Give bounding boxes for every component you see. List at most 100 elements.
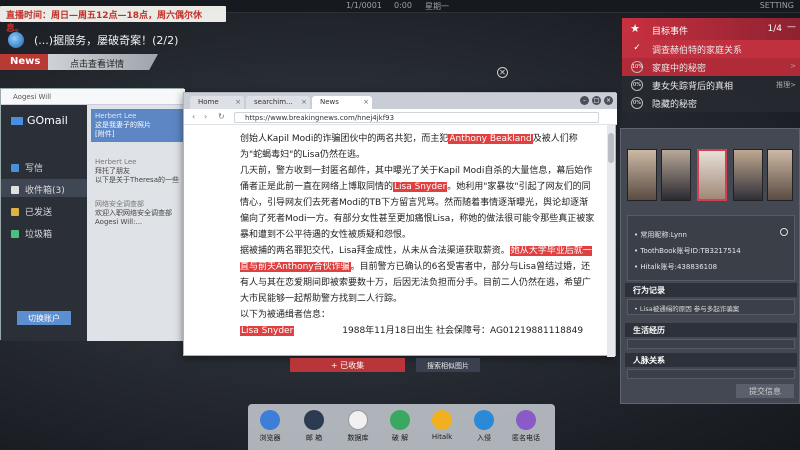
tab-close-icon[interactable]: × [235,98,241,106]
tab-close-icon[interactable]: × [363,98,369,106]
profile-panel: • 常用昵称:Lynn • ToothBook账号ID:TB3217514 • … [620,128,800,404]
app-dock: 浏览器 邮 箱 数据库 破 解 Hitalk 入侵 匿名电话 [248,404,555,450]
dock-label: 匿名电话 [512,434,540,442]
tab-close-icon[interactable]: × [301,98,307,106]
mail-app-title: GOmail [11,114,68,127]
mail-user-name: Aogesi Will [13,93,52,101]
mail-preview: Aogesi Will:... [95,218,143,226]
mail-list-item[interactable]: 网络安全调查部 欢迎入职网络安全调查部 Aogesi Will:... [91,197,183,230]
collected-button[interactable]: + 已收集 [290,358,405,372]
mail-list-item[interactable]: Herbert Lee 拜托了朋友 以下是关于Theresa的一些 [91,155,183,188]
deduce-link[interactable]: 推理> [776,80,796,90]
portrait-3[interactable] [697,149,727,201]
dock-database[interactable]: 数据库 [338,410,378,443]
portrait-2[interactable] [661,149,691,201]
objective-item[interactable]: 0% 隐藏的秘密 [622,94,800,112]
collapse-icon[interactable]: — [787,22,796,32]
mail-nav-label: 收件箱(3) [25,186,65,196]
mail-list: Herbert Lee 这是我妻子的照片 [附件] Herbert Lee 拜托… [87,105,185,341]
envelope-icon [11,117,23,125]
dock-intrude[interactable]: 入侵 [464,410,504,443]
dock-mail[interactable]: 邮 箱 [294,410,334,443]
dock-browser[interactable]: 浏览器 [250,410,290,443]
section-relations[interactable]: 人脉关系 [625,353,797,367]
portrait-1[interactable] [627,149,657,201]
browser-window: Home × searchim... × News × – □ × ‹ › ↻ htt… [183,92,617,357]
star-icon: ★ [630,22,640,35]
news-badge: News [0,54,48,70]
objective-item[interactable]: ✓ 调查赫伯特的家庭关系 [622,40,800,58]
relations-box [627,369,795,379]
progress-ring: 10% [631,61,643,73]
compose-icon [11,164,19,172]
dock-anonymous-call[interactable]: 匿名电话 [506,410,546,443]
objective-item[interactable]: 10% 家庭中的秘密 > [622,58,800,76]
mail-nav-trash[interactable]: 垃圾箱 [1,223,87,241]
news-details-button[interactable]: 点击查看详情 [48,54,158,70]
scrollbar-thumb[interactable] [608,133,614,163]
objective-label: 隐藏的秘密 [652,100,698,110]
article-paragraph: 创始人Kapil Modi的诈骗团伙中的两名共犯，而主犯Anthony Beak… [240,131,596,163]
article-text: 创始人Kapil Modi的诈骗团伙中的两名共犯，而主犯 [240,134,449,144]
behavior-box: • Lisa被通缉的原因 参与多起诈骗案 [627,299,795,315]
objectives-header: ★ 目标事件 1/4 — [622,18,800,40]
portrait-5[interactable] [767,149,793,201]
refresh-icon[interactable]: ↻ [218,112,225,121]
mail-nav-compose[interactable]: 写信 [1,157,87,175]
objective-item[interactable]: 0% 妻女失踪背后的真相 推理> [622,76,800,94]
chevron-right-icon[interactable]: > [790,62,796,70]
tab-label: News [320,98,339,106]
portrait-4[interactable] [733,149,763,201]
back-icon[interactable]: ‹ [192,112,195,121]
mail-nav-sent[interactable]: 已发送 [1,201,87,219]
objectives-title: 目标事件 [652,27,689,37]
tab-news[interactable]: News × [312,96,372,109]
highlight-wanted-name[interactable]: Lisa Snyder [240,326,295,336]
mail-subject: 拜托了朋友 [95,167,130,175]
dock-crack[interactable]: 破 解 [380,410,420,443]
database-icon [348,410,368,430]
info-nickname: • 常用昵称:Lynn [634,231,687,239]
highlight-lisa[interactable]: Lisa Snyder [393,182,448,192]
crack-icon [390,410,410,430]
wanted-line: Lisa Snyder 1988年11月18日出生 社会保障号：AG0121988… [240,323,596,339]
maximize-icon[interactable]: □ [592,96,601,105]
settings-button[interactable]: SETTING [760,1,794,10]
mail-subject: 欢迎入职网络安全调查部 [95,209,172,217]
inbox-icon [11,186,19,194]
tab-home[interactable]: Home × [190,96,244,109]
minimize-icon[interactable]: – [580,96,589,105]
window-close-icon[interactable]: × [604,96,613,105]
tab-label: searchim... [254,98,293,106]
mail-nav-inbox[interactable]: 收件箱(3) [1,179,87,197]
tab-search[interactable]: searchim... × [246,96,310,109]
profile-info-box: • 常用昵称:Lynn • ToothBook账号ID:TB3217514 • … [627,215,795,281]
section-behavior[interactable]: 行为记录 [625,283,797,297]
close-icon[interactable]: ✕ [497,67,508,78]
globe-icon [8,32,24,48]
url-bar[interactable]: https://www.breakingnews.com/hnej4jkf93 [234,112,599,123]
radio-icon[interactable] [780,228,788,236]
browser-icon [260,410,280,430]
progress-ring: 0% [631,79,643,91]
check-icon: ✓ [633,43,641,53]
switch-account-button[interactable]: 切换账户 [17,311,71,325]
dock-label: 破 解 [391,434,409,442]
life-box [627,339,795,349]
mail-list-item[interactable]: Herbert Lee 这是我妻子的照片 [附件] [91,109,183,142]
dock-label: 入侵 [477,434,491,442]
dock-label: 浏览器 [259,434,281,442]
mail-window: Aogesi Will GOmail 写信 收件箱(3) 已发送 垃圾箱 切换账… [0,88,185,341]
objectives-panel: ★ 目标事件 1/4 — ✓ 调查赫伯特的家庭关系 10% 家庭中的秘密 > 0… [622,18,800,114]
submit-info-button[interactable]: 提交信息 [736,384,794,398]
browser-nav-bar: ‹ › ↻ https://www.breakingnews.com/hnej4… [184,109,617,125]
mail-preview: 以下是关于Theresa的一些 [95,176,179,184]
article-content: 创始人Kapil Modi的诈骗团伙中的两名共犯，而主犯Anthony Beak… [184,125,604,357]
section-life[interactable]: 生活经历 [625,323,797,337]
mail-sidebar: GOmail 写信 收件箱(3) 已发送 垃圾箱 切换账户 [1,105,87,341]
forward-icon[interactable]: › [204,112,207,121]
mail-nav-label: 写信 [25,164,44,174]
search-similar-images-button[interactable]: 搜索相似图片 [416,358,480,372]
dock-hitalk[interactable]: Hitalk [422,410,462,441]
highlight-anthony[interactable]: Anthony Beakland [448,134,533,144]
